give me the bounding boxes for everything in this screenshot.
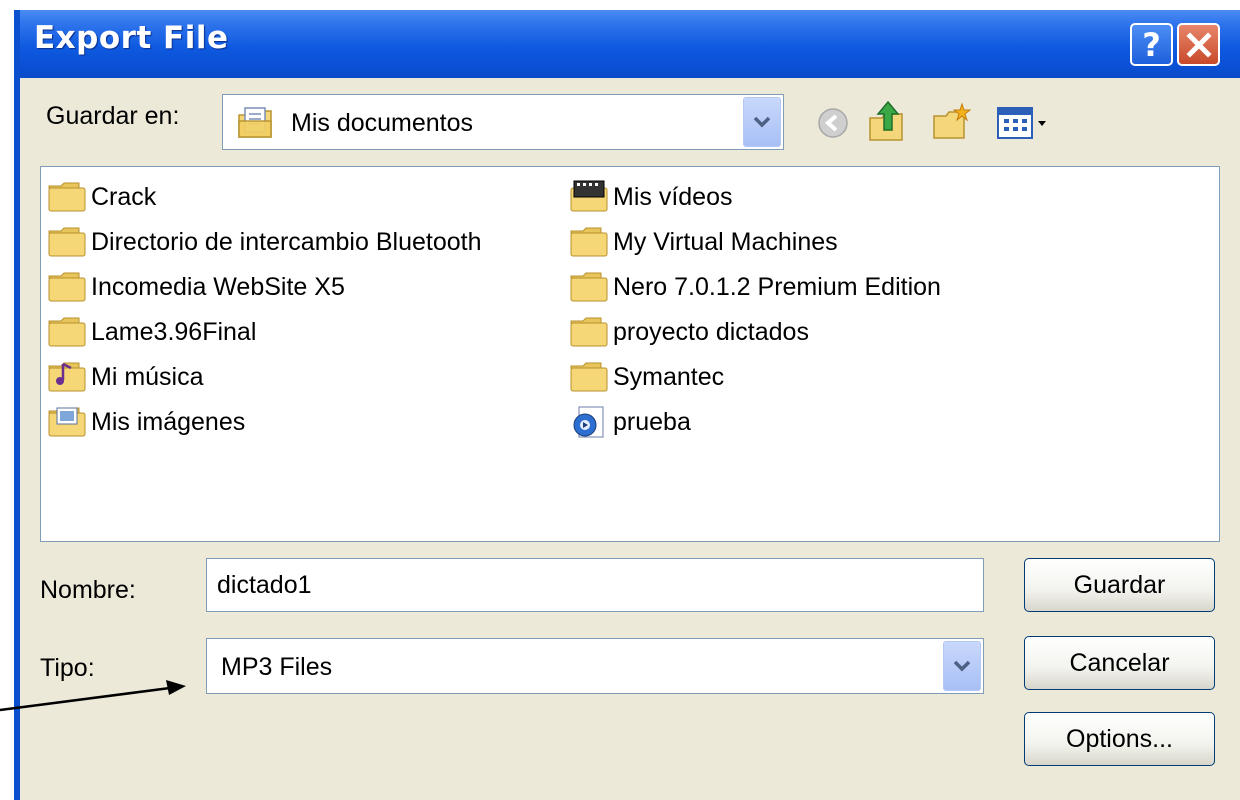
annotation-arrow: [0, 680, 186, 712]
